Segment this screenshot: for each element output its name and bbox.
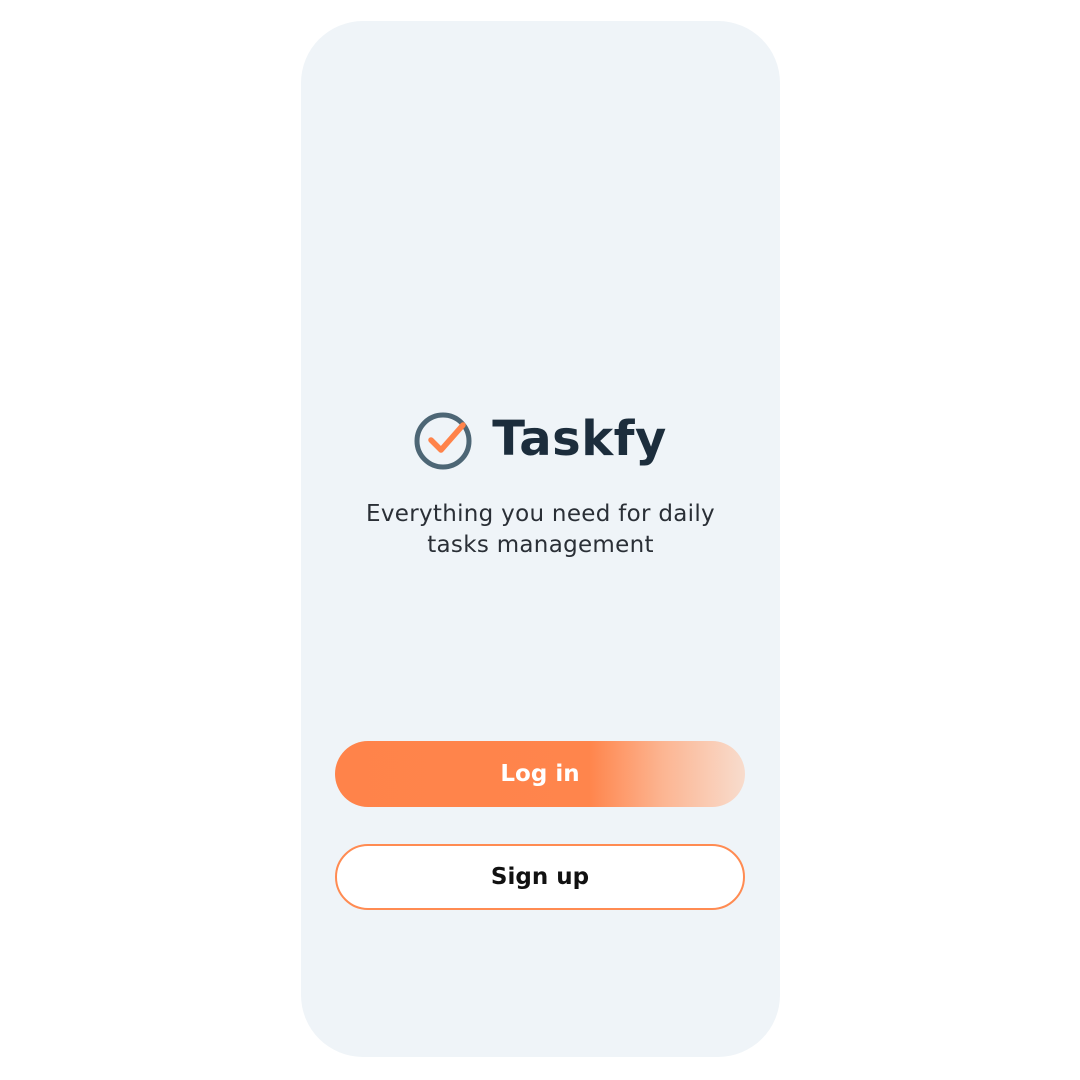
app-name: Taskfy bbox=[492, 411, 667, 467]
brand-lockup: Taskfy bbox=[301, 399, 780, 479]
signup-button[interactable]: Sign up bbox=[335, 844, 745, 910]
tagline: Everything you need for daily tasks mana… bbox=[301, 499, 780, 561]
signup-button-label: Sign up bbox=[490, 864, 590, 890]
tagline-line-2: tasks management bbox=[427, 532, 654, 558]
check-circle-icon bbox=[414, 410, 476, 472]
login-button-label: Log in bbox=[500, 761, 580, 787]
tagline-line-1: Everything you need for daily bbox=[366, 501, 715, 527]
canvas: Taskfy Everything you need for daily tas… bbox=[0, 0, 1080, 1080]
login-button[interactable]: Log in bbox=[335, 741, 745, 807]
phone-screen: Taskfy Everything you need for daily tas… bbox=[301, 21, 780, 1057]
